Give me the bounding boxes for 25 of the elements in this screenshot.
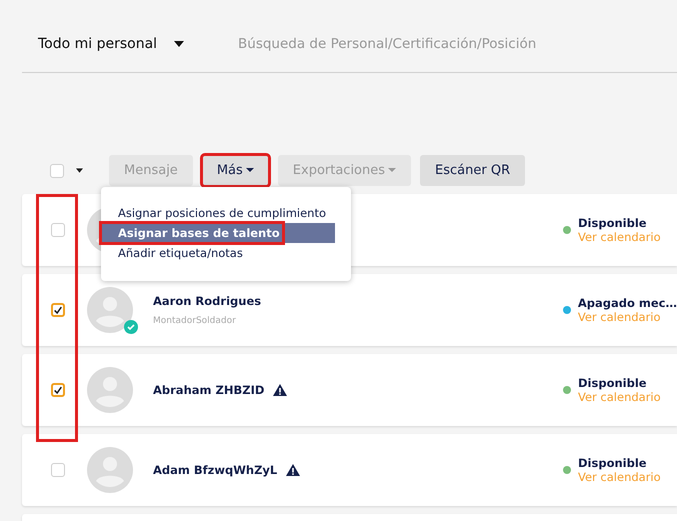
toolbar-button[interactable]: Escáner QR <box>420 155 526 186</box>
select-all-checkbox[interactable] <box>50 164 64 178</box>
staff-name: Aaron Rodrigues <box>153 294 262 308</box>
menu-item[interactable]: Añadir etiqueta/notas <box>101 243 335 263</box>
avatar-icon <box>87 287 133 333</box>
menu-item[interactable]: Asignar posiciones de cumplimiento <box>101 203 335 223</box>
row-checkbox[interactable] <box>51 303 65 317</box>
avatar-icon <box>87 367 133 413</box>
menu-item[interactable]: Asignar bases de talento <box>101 223 283 243</box>
row-checkbox[interactable] <box>51 463 65 477</box>
staff-filter-dropdown[interactable]: Todo mi personal <box>22 36 222 52</box>
status-text: Disponible <box>578 456 648 470</box>
staff-role: MontadorSoldador <box>153 316 237 326</box>
toolbar-button[interactable]: Más <box>202 155 269 186</box>
search-field[interactable]: Búsqueda de Personal/Certificación/Posición <box>236 34 640 52</box>
avatar-icon <box>87 447 133 493</box>
caret-icon[interactable] <box>76 168 83 173</box>
status-text: Apagado mec… <box>578 296 677 310</box>
avatar-icon <box>87 207 101 253</box>
row-checkbox[interactable] <box>51 223 65 237</box>
status-text: Disponible <box>578 216 648 230</box>
staff-name: Adam BfzwqWhZyL <box>153 463 278 477</box>
row-checkbox[interactable] <box>51 383 65 397</box>
status-text: Disponible <box>578 376 648 390</box>
staff-name: Abraham ZHBZID <box>153 383 264 397</box>
